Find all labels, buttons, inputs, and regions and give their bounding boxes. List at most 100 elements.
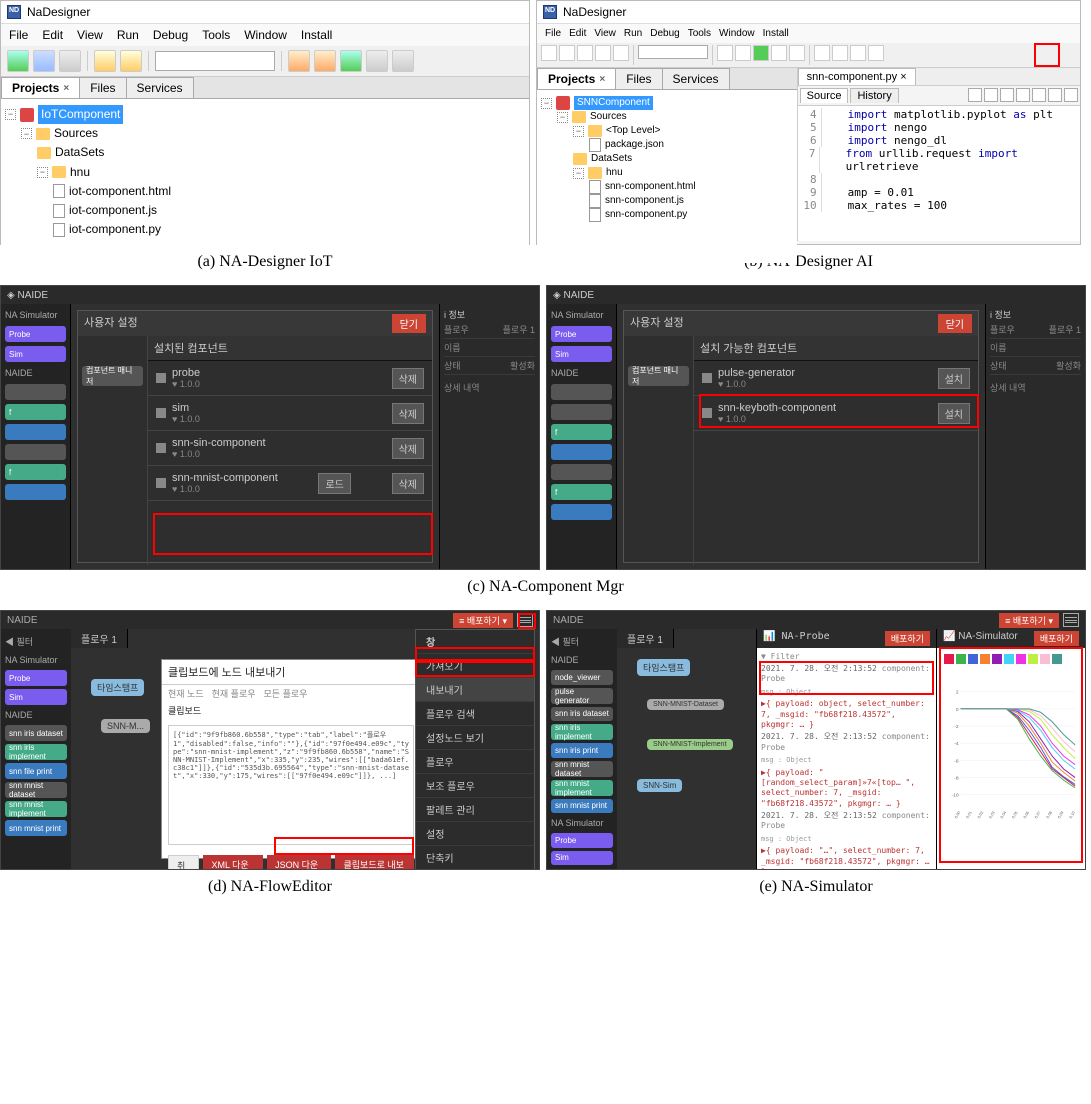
hamburger-menu-icon[interactable] bbox=[517, 613, 533, 627]
menu-window[interactable]: Window bbox=[244, 28, 287, 42]
code-toolbar-button[interactable] bbox=[984, 88, 998, 102]
menu-item-palette[interactable]: 팔레트 관리 bbox=[416, 798, 534, 822]
menu-item-import[interactable]: 가져오기 bbox=[416, 654, 534, 678]
sidebar-node[interactable] bbox=[551, 504, 612, 520]
search-input[interactable] bbox=[638, 45, 708, 59]
debug-icon[interactable] bbox=[366, 50, 388, 72]
action-button[interactable]: 삭제 bbox=[392, 473, 424, 494]
toolbar-button[interactable] bbox=[613, 45, 629, 61]
open-icon[interactable] bbox=[33, 50, 55, 72]
tree-datasets[interactable]: DataSets bbox=[5, 143, 525, 162]
xml-download-button[interactable]: XML 다운로드 bbox=[203, 855, 263, 870]
toolbar-button[interactable] bbox=[735, 45, 751, 61]
flow-node-snn[interactable]: SNN-M... bbox=[101, 719, 150, 733]
sidebar-node[interactable]: pulse generator bbox=[551, 688, 613, 704]
menu-item-config-nodes[interactable]: 설정노드 보기 bbox=[416, 726, 534, 750]
tab-projects[interactable]: Projects× bbox=[1, 77, 80, 98]
code-toolbar-button[interactable] bbox=[1032, 88, 1046, 102]
undo-icon[interactable] bbox=[94, 50, 116, 72]
sidebar-node-probe[interactable]: Probe bbox=[5, 670, 67, 686]
tab-services[interactable]: Services bbox=[662, 68, 730, 89]
menu-file[interactable]: File bbox=[9, 28, 28, 42]
clipboard-export-button[interactable]: 클립보드로 내보내기 bbox=[335, 855, 414, 870]
action-button[interactable]: 설치 bbox=[938, 403, 970, 424]
tab-history[interactable]: History bbox=[850, 88, 898, 103]
modal-tab-all-flows[interactable]: 모든 플로우 bbox=[264, 687, 308, 700]
sidebar-node[interactable]: snn mnist implement bbox=[551, 780, 613, 796]
cancel-button[interactable]: 취소 bbox=[168, 855, 199, 870]
tree-sources[interactable]: −Sources bbox=[5, 124, 525, 143]
sidebar-node-sim[interactable]: Sim bbox=[551, 851, 613, 866]
menu-run[interactable]: Run bbox=[624, 28, 642, 39]
sidebar-node[interactable]: f bbox=[551, 484, 612, 500]
sidebar-node[interactable] bbox=[5, 484, 66, 500]
tree-package-json[interactable]: package.json bbox=[541, 138, 793, 152]
menu-item-subflow[interactable]: 보조 플로우 bbox=[416, 774, 534, 798]
sidebar-node[interactable]: snn mnist print bbox=[551, 799, 613, 814]
sidebar-node-probe[interactable]: Probe bbox=[5, 326, 66, 342]
sidebar-node[interactable]: snn iris dataset bbox=[551, 707, 613, 722]
deploy-button[interactable]: ≡ 배포하기 ▾ bbox=[999, 613, 1059, 628]
menu-install[interactable]: Install bbox=[301, 28, 332, 42]
sidebar-node[interactable]: f bbox=[5, 404, 66, 420]
tree-file-py[interactable]: iot-component.py bbox=[5, 220, 525, 239]
sidebar-node-probe[interactable]: Probe bbox=[551, 833, 613, 848]
sidebar-node[interactable]: snn mnist print bbox=[5, 820, 67, 836]
menu-item-search-flow[interactable]: 플로우 검색 bbox=[416, 702, 534, 726]
tree-file-py[interactable]: snn-component.py bbox=[541, 208, 793, 222]
flow-node-timestamp[interactable]: 타임스탬프 bbox=[637, 659, 690, 676]
probe-filter[interactable]: ▼ Filter bbox=[759, 650, 934, 663]
run-icon[interactable] bbox=[753, 45, 769, 61]
comp-icon[interactable] bbox=[850, 45, 866, 61]
menu-edit[interactable]: Edit bbox=[569, 28, 586, 39]
tree-hnu[interactable]: −hnu bbox=[5, 163, 525, 182]
tree-sources[interactable]: −Sources bbox=[541, 110, 793, 124]
code-editor[interactable]: 4import matplotlib.pyplot as plt5import … bbox=[798, 106, 1080, 241]
toolbar-button[interactable] bbox=[559, 45, 575, 61]
toolbar-button[interactable] bbox=[771, 45, 787, 61]
save-icon[interactable] bbox=[59, 50, 81, 72]
flow-canvas[interactable]: 플로우 1 타임스탬프 SNN-MNIST-Dataset SNN-MNIST-… bbox=[617, 629, 757, 869]
search-input[interactable] bbox=[155, 51, 275, 71]
code-toolbar-button[interactable] bbox=[1048, 88, 1062, 102]
flow-node-implement[interactable]: SNN-MNIST-Implement bbox=[647, 739, 733, 750]
menu-tools[interactable]: Tools bbox=[202, 28, 230, 42]
close-button[interactable]: 닫기 bbox=[938, 314, 972, 333]
menu-file[interactable]: File bbox=[545, 28, 561, 39]
menu-item-flow[interactable]: 플로우 bbox=[416, 750, 534, 774]
tab-files[interactable]: Files bbox=[615, 68, 662, 89]
load-button[interactable]: 로드 bbox=[318, 473, 350, 494]
tab-services[interactable]: Services bbox=[126, 77, 194, 98]
menu-view[interactable]: View bbox=[594, 28, 616, 39]
sidebar-node-sim[interactable]: Sim bbox=[551, 346, 612, 362]
sidebar-node[interactable] bbox=[551, 444, 612, 460]
collapse-icon[interactable]: − bbox=[37, 167, 48, 178]
sidebar-node[interactable]: snn iris implement bbox=[551, 724, 613, 740]
sidebar-node[interactable] bbox=[5, 424, 66, 440]
action-button[interactable]: 삭제 bbox=[392, 403, 424, 424]
menu-debug[interactable]: Debug bbox=[153, 28, 188, 42]
menu-window[interactable]: Window bbox=[719, 28, 755, 39]
sidebar-node[interactable]: snn mnist dataset bbox=[551, 761, 613, 777]
flow-node-sim[interactable]: SNN-Sim bbox=[637, 779, 682, 792]
menu-view[interactable]: View bbox=[77, 28, 103, 42]
menu-edit[interactable]: Edit bbox=[42, 28, 63, 42]
redo-icon[interactable] bbox=[120, 50, 142, 72]
editor-tab[interactable]: snn-component.py × bbox=[798, 68, 916, 85]
action-button[interactable]: 삭제 bbox=[392, 368, 424, 389]
sidebar-node[interactable]: snn mnist dataset bbox=[5, 782, 67, 798]
sidebar-node[interactable]: node_viewer bbox=[551, 670, 613, 685]
menu-debug[interactable]: Debug bbox=[650, 28, 679, 39]
toolbar-button[interactable] bbox=[577, 45, 593, 61]
tree-toplevel[interactable]: −<Top Level> bbox=[541, 124, 793, 138]
collapse-icon[interactable]: − bbox=[21, 128, 32, 139]
sidebar-node-sim[interactable]: Sim bbox=[5, 689, 67, 705]
component-manager-button[interactable]: 컴포넌트 매니저 bbox=[82, 366, 143, 386]
close-icon[interactable]: × bbox=[63, 83, 69, 94]
tree-file-js[interactable]: snn-component.js bbox=[541, 194, 793, 208]
sidebar-node-probe[interactable]: Probe bbox=[551, 326, 612, 342]
action-button[interactable]: 설치 bbox=[938, 368, 970, 389]
code-toolbar-button[interactable] bbox=[1064, 88, 1078, 102]
toolbar-button[interactable] bbox=[789, 45, 805, 61]
modal-tab-current-node[interactable]: 현재 노드 bbox=[168, 687, 204, 700]
